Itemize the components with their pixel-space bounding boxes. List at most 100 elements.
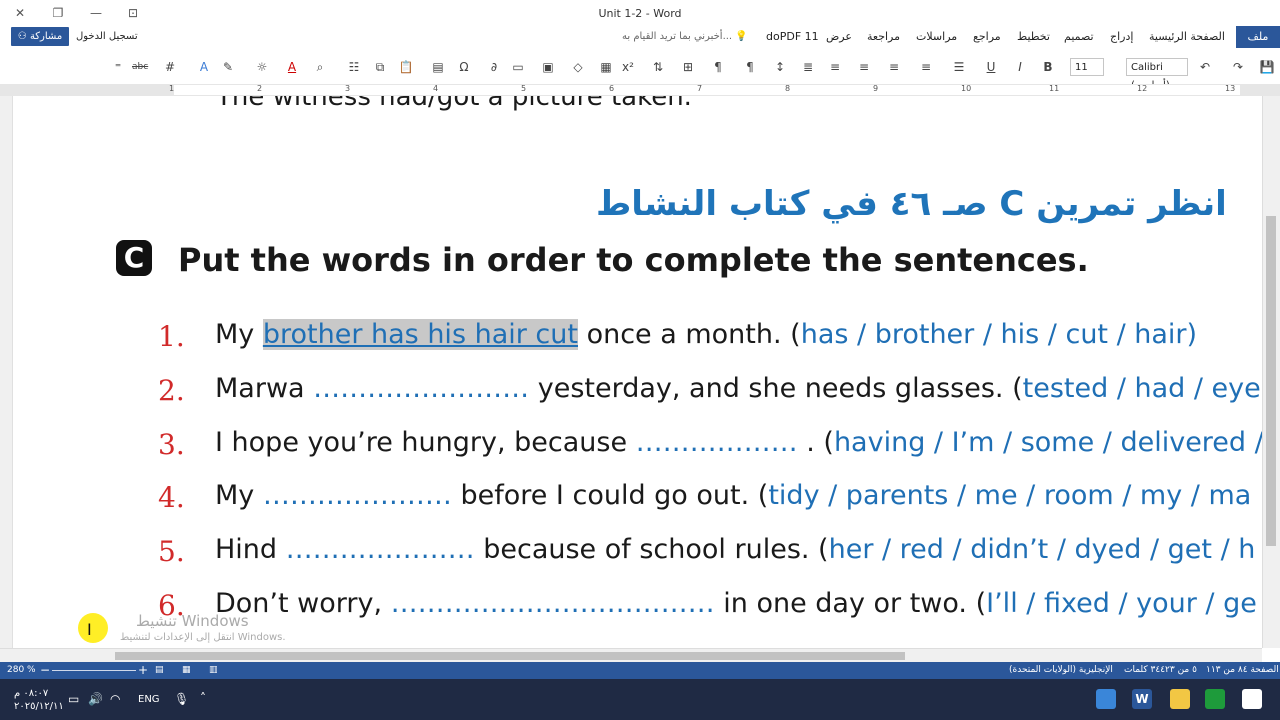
sentence-line[interactable]: I hope you’re hungry, because ……………… . (… [215, 427, 1264, 458]
equation-icon[interactable]: ∂ [486, 59, 502, 75]
picture-icon[interactable]: ▣ [540, 59, 556, 75]
file-explorer-icon[interactable] [1170, 689, 1190, 709]
justify-icon[interactable]: ≣ [800, 59, 816, 75]
horizontal-scrollbar[interactable] [0, 648, 1262, 663]
redo-icon[interactable]: ↷ [1230, 59, 1246, 75]
tab-references[interactable]: مراجع [973, 30, 1001, 43]
sentence-text: I hope you’re hungry, because [215, 427, 636, 458]
font-size-select[interactable]: 11 [1070, 58, 1104, 76]
list-icon[interactable]: ☷ [346, 59, 362, 75]
word-taskbar-icon[interactable]: W [1132, 689, 1152, 709]
numbering-icon[interactable]: ≡ [918, 59, 934, 75]
underline-icon[interactable]: U [983, 59, 999, 75]
tab-layout[interactable]: تخطيط [1017, 30, 1050, 43]
borders-icon[interactable]: ⊞ [680, 59, 696, 75]
rtl-icon[interactable]: ¶ [742, 59, 758, 75]
item-number: 2. [158, 374, 185, 407]
clock-time[interactable]: ٠٨:٠٧ م [14, 688, 48, 699]
tab-design[interactable]: تصميم [1064, 30, 1094, 43]
tab-file[interactable]: ملف [1236, 26, 1280, 48]
tab-mailings[interactable]: مراسلات [916, 30, 957, 43]
web-layout-icon[interactable]: ▤ [155, 665, 164, 675]
superscript-icon[interactable]: x² [620, 59, 636, 75]
share-button[interactable]: ⚇ مشاركة [11, 27, 69, 46]
print-layout-icon[interactable]: ▦ [182, 665, 191, 675]
selected-answer[interactable]: brother has his hair cut [262, 319, 578, 350]
sentence-line[interactable]: My ………………… before I could go out. (tidy … [215, 480, 1251, 511]
sort-icon[interactable]: ⇅ [650, 59, 666, 75]
restore-icon[interactable]: ❐ [48, 4, 68, 22]
zoom-slider[interactable] [52, 670, 136, 671]
page-indicator[interactable]: الصفحة ٨٤ من ١١٣ [1206, 665, 1279, 675]
shapes-icon[interactable]: ◇ [570, 59, 586, 75]
textbox-icon[interactable]: ▭ [510, 59, 526, 75]
horizontal-ruler[interactable]: 13 12 11 10 9 8 7 6 5 4 3 2 1 [0, 84, 1280, 96]
sentence-line[interactable]: Don’t worry, ……………………………… in one day or … [215, 588, 1257, 619]
tab-review[interactable]: مراجعة [867, 30, 900, 43]
chevron-up-icon[interactable]: ˄ [200, 691, 206, 705]
document-canvas[interactable] [0, 96, 1280, 648]
vertical-scroll-thumb[interactable] [1266, 216, 1276, 546]
sentence-line[interactable]: My brother has his hair cut once a month… [215, 319, 1197, 350]
align-center-icon[interactable]: ≡ [856, 59, 872, 75]
minimize-icon[interactable]: — [86, 4, 106, 22]
show-marks-icon[interactable]: ¶ [710, 59, 726, 75]
microphone-icon[interactable]: 🎙 [174, 692, 189, 706]
sign-in-link[interactable]: تسجيل الدخول [76, 31, 138, 42]
text-effects-icon[interactable]: A [196, 59, 212, 75]
tab-view[interactable]: عرض [826, 30, 852, 43]
undo-icon[interactable]: ↶ [1197, 59, 1213, 75]
sentence-line[interactable]: Marwa …………………… yesterday, and she needs … [215, 373, 1275, 404]
store-icon[interactable] [1242, 689, 1262, 709]
sentence-text: My [215, 319, 263, 350]
pdf-app-icon[interactable] [1205, 689, 1225, 709]
line-spacing-icon[interactable]: ↕ [772, 59, 788, 75]
zoom-out-icon[interactable]: − [40, 663, 50, 677]
ruler-number: 1 [169, 84, 175, 93]
input-language[interactable]: ENG [138, 694, 160, 705]
bullets-icon[interactable]: ☰ [951, 59, 967, 75]
volume-icon[interactable]: 🔊 [88, 692, 103, 706]
read-mode-icon[interactable]: ▥ [209, 665, 218, 675]
table-icon[interactable]: ▦ [598, 59, 614, 75]
sentence-text: because of school rules. ( [483, 534, 829, 565]
tell-me-search[interactable]: أخبرني بما تريد القيام به... 💡 [622, 31, 748, 42]
hashtag-icon[interactable]: # [162, 59, 178, 75]
wifi-icon[interactable]: ◠ [110, 692, 120, 706]
ruler-number: 9 [873, 84, 879, 93]
align-left-icon[interactable]: ≡ [827, 59, 843, 75]
font-color-icon[interactable]: A [284, 59, 300, 75]
more-icon[interactable]: ⁼ [110, 59, 126, 75]
copy-icon[interactable]: ⧉ [372, 59, 388, 75]
italic-icon[interactable]: I [1012, 59, 1028, 75]
close-icon[interactable]: ✕ [10, 4, 30, 22]
tab-home[interactable]: الصفحة الرئيسية [1149, 30, 1225, 43]
vertical-scrollbar[interactable] [1262, 96, 1280, 648]
word-bank: has / brother / his / cut / hair) [800, 319, 1198, 350]
horizontal-scroll-thumb[interactable] [115, 652, 905, 660]
highlight-icon[interactable]: ✎ [220, 59, 236, 75]
bold-icon[interactable]: B [1040, 59, 1056, 75]
language-indicator[interactable]: الإنجليزية (الولايات المتحدة) [1009, 665, 1113, 675]
page-break-icon[interactable]: ▤ [430, 59, 446, 75]
tab-insert[interactable]: إدراج [1110, 30, 1133, 43]
ribbon-display-icon[interactable]: ⊡ [123, 4, 143, 22]
zoom-level[interactable]: 280 % [7, 665, 36, 675]
tab-dopdf[interactable]: doPDF 11 [766, 30, 819, 43]
ruler-number: 8 [785, 84, 791, 93]
zoom-in-icon[interactable]: + [138, 663, 148, 677]
app-icon-taskbar[interactable] [1096, 689, 1116, 709]
symbol-icon[interactable]: Ω [456, 59, 472, 75]
battery-icon[interactable]: ▭ [68, 692, 79, 706]
find-icon[interactable]: ⌕ [312, 59, 328, 75]
clock-date[interactable]: ٢٠٢٥/١٢/١١ [14, 701, 64, 712]
font-name-select[interactable]: Calibri (أساسي) [1126, 58, 1188, 91]
word-count[interactable]: ٥ من ٣٤٤٢٣ كلمات [1124, 665, 1197, 675]
shading-icon[interactable]: ☼ [254, 59, 270, 75]
sentence-line[interactable]: Hind ………………… because of school rules. (h… [215, 534, 1255, 565]
align-right-icon[interactable]: ≡ [886, 59, 902, 75]
save-icon[interactable]: 💾 [1259, 59, 1275, 75]
sentence-text: yesterday, and she needs glasses. ( [537, 373, 1023, 404]
paste-icon[interactable]: 📋 [398, 59, 414, 75]
strikethrough-icon[interactable]: abc [132, 59, 148, 75]
